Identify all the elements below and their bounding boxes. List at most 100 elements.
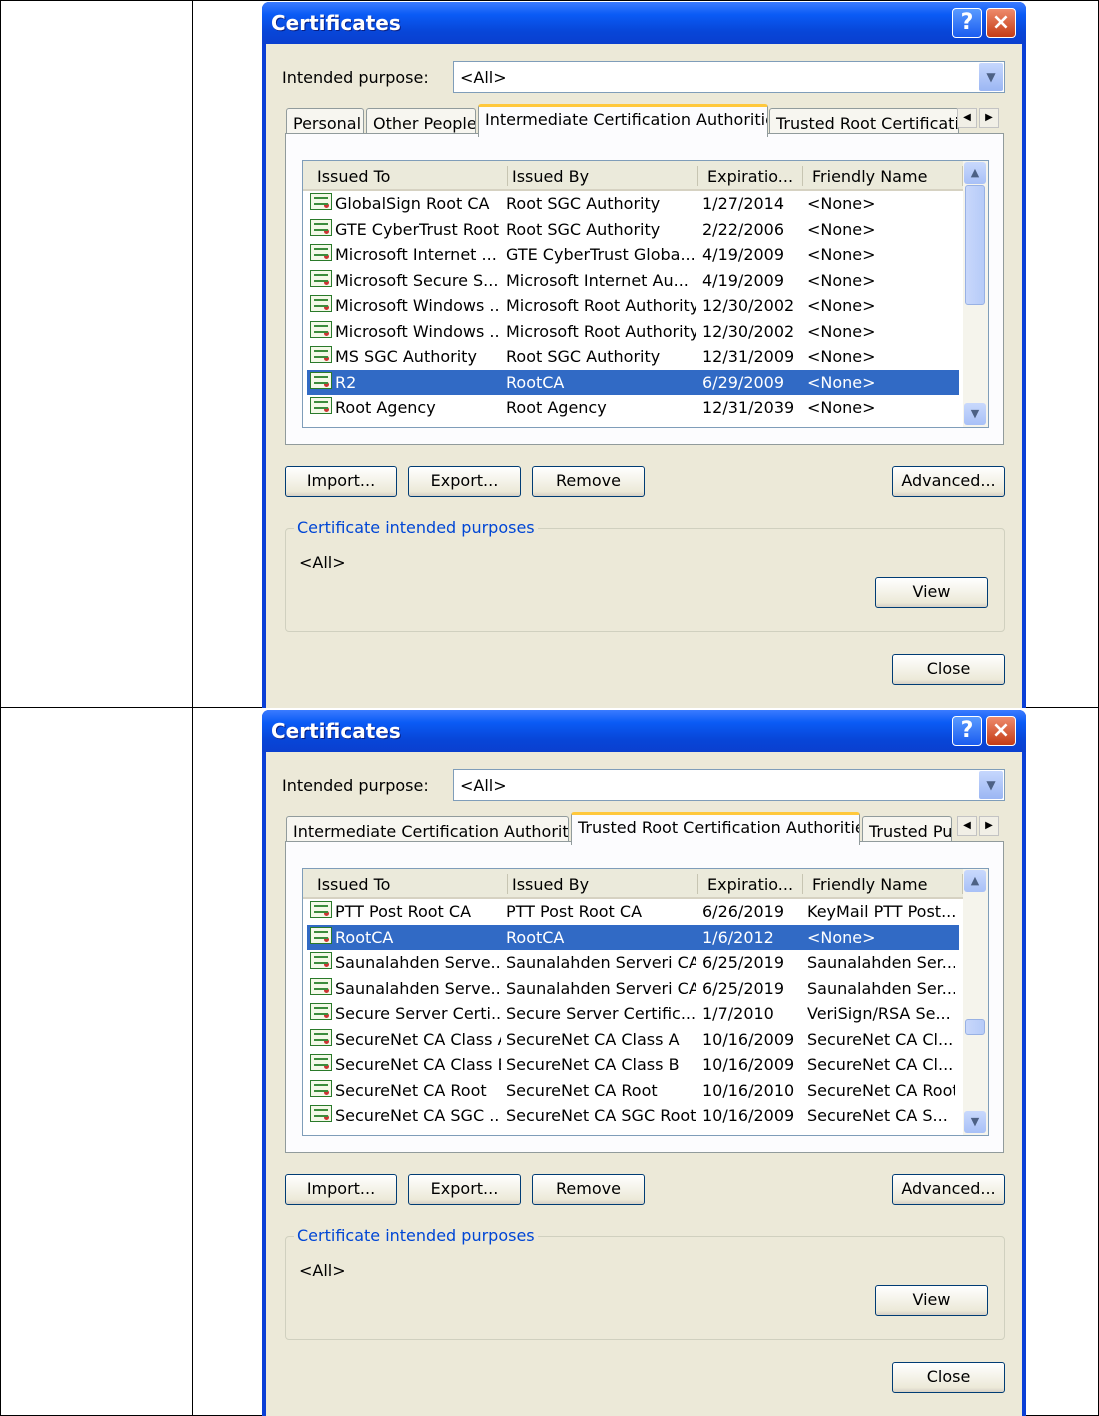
table-row[interactable]: Saunalahden Serve... Saunalahden Serveri… bbox=[307, 976, 959, 1001]
table-row[interactable]: Microsoft Secure S... Microsoft Internet… bbox=[307, 268, 959, 293]
column-header-0[interactable]: Issued To bbox=[317, 167, 390, 186]
scroll-up-icon[interactable]: ▲ bbox=[964, 870, 986, 892]
chevron-right-icon[interactable]: ▶ bbox=[979, 108, 999, 128]
view-button[interactable]: View bbox=[875, 1285, 988, 1316]
tab-panel: Issued To Issued By Expiratio... Friendly N… bbox=[285, 841, 1004, 1153]
column-header-3[interactable]: Friendly Name bbox=[812, 167, 927, 186]
close-window-button[interactable]: × bbox=[986, 8, 1016, 38]
cell-friendly-name: <None> bbox=[807, 347, 876, 366]
column-divider[interactable] bbox=[697, 874, 698, 894]
certificate-list[interactable]: Issued To Issued By Expiratio... Friendly N… bbox=[302, 160, 989, 428]
table-row[interactable]: RootCA RootCA 1/6/2012 <None> bbox=[307, 924, 959, 950]
cell-friendly-name: <None> bbox=[807, 321, 876, 341]
export-button[interactable]: Export... bbox=[408, 466, 521, 497]
scroll-down-icon[interactable]: ▼ bbox=[964, 403, 986, 425]
tab-1[interactable]: Trusted Root Certification Authorities bbox=[571, 812, 860, 845]
column-divider[interactable] bbox=[802, 874, 803, 894]
close-button[interactable]: Close bbox=[892, 1362, 1005, 1393]
scroll-thumb[interactable] bbox=[965, 1019, 985, 1035]
vertical-scrollbar[interactable]: ▲ ▼ bbox=[963, 869, 988, 1135]
cell-issued-by: Secure Server Certific... bbox=[506, 1004, 696, 1023]
scroll-thumb[interactable] bbox=[965, 185, 985, 305]
chevron-down-icon[interactable]: ▼ bbox=[979, 771, 1003, 799]
column-header-2[interactable]: Expiratio... bbox=[707, 167, 793, 186]
help-button[interactable]: ? bbox=[952, 8, 982, 38]
advanced-button[interactable]: Advanced... bbox=[892, 1174, 1005, 1205]
cell-issued-by: Microsoft Root Authority bbox=[506, 321, 696, 341]
chevron-right-icon[interactable]: ▶ bbox=[979, 816, 999, 836]
cell-expiration: 1/7/2010 bbox=[702, 1004, 774, 1023]
certificate-icon bbox=[310, 320, 332, 338]
import-button[interactable]: Import... bbox=[285, 1174, 397, 1205]
cell-issued-by: RootCA bbox=[506, 372, 565, 392]
table-row[interactable]: Secure Server Certi... Secure Server Cer… bbox=[307, 1001, 959, 1026]
view-button[interactable]: View bbox=[875, 577, 988, 608]
cell-issued-by: Saunalahden Serveri CA bbox=[506, 953, 696, 972]
table-row[interactable]: PTT Post Root CA PTT Post Root CA 6/26/2… bbox=[307, 899, 959, 924]
certificate-icon bbox=[310, 1003, 332, 1020]
remove-button[interactable]: Remove bbox=[532, 466, 645, 497]
cell-issued-by: Root SGC Authority bbox=[506, 194, 661, 213]
certificate-list[interactable]: Issued To Issued By Expiratio... Friendly N… bbox=[302, 868, 989, 1136]
column-header-3[interactable]: Friendly Name bbox=[812, 875, 927, 894]
cell-issued-by: Microsoft Root Authority bbox=[506, 296, 696, 315]
table-row[interactable]: GTE CyberTrust Root Root SGC Authority 2… bbox=[307, 217, 959, 242]
cell-expiration: 12/31/2009 bbox=[702, 347, 795, 366]
column-divider[interactable] bbox=[507, 166, 508, 186]
intended-purpose-select[interactable]: <All> ▼ bbox=[453, 61, 1005, 93]
cell-issued-to: Microsoft Secure S... bbox=[335, 270, 499, 290]
table-row[interactable]: SecureNet CA Root SecureNet CA Root 10/1… bbox=[307, 1078, 959, 1103]
title-bar[interactable]: Certificates ? × bbox=[262, 2, 1026, 44]
column-header-1[interactable]: Issued By bbox=[512, 167, 589, 186]
cell-expiration: 12/30/2002 bbox=[702, 321, 795, 341]
intended-purpose-select[interactable]: <All> ▼ bbox=[453, 769, 1005, 801]
import-button[interactable]: Import... bbox=[285, 466, 397, 497]
remove-button[interactable]: Remove bbox=[532, 1174, 645, 1205]
cell-issued-to: RootCA bbox=[335, 927, 394, 947]
cell-issued-to: Microsoft Windows ... bbox=[335, 321, 501, 341]
table-row[interactable]: SecureNet CA SGC ... SecureNet CA SGC Ro… bbox=[307, 1103, 959, 1128]
close-window-button[interactable]: × bbox=[986, 716, 1016, 746]
cell-expiration: 12/30/2002 bbox=[702, 296, 795, 315]
cell-issued-to: Microsoft Windows ... bbox=[335, 296, 501, 315]
table-row[interactable]: Root Agency Root Agency 12/31/2039 <None… bbox=[307, 395, 959, 420]
table-row[interactable]: SecureNet CA Class B SecureNet CA Class … bbox=[307, 1052, 959, 1077]
cell-expiration: 10/16/2009 bbox=[702, 1106, 795, 1125]
column-divider[interactable] bbox=[507, 874, 508, 894]
table-row[interactable]: SecureNet CA Class A SecureNet CA Class … bbox=[307, 1027, 959, 1052]
title-bar[interactable]: Certificates ? × bbox=[262, 710, 1026, 752]
chevron-down-icon[interactable]: ▼ bbox=[979, 63, 1003, 91]
close-button[interactable]: Close bbox=[892, 654, 1005, 685]
column-divider[interactable] bbox=[802, 166, 803, 186]
export-button[interactable]: Export... bbox=[408, 1174, 521, 1205]
cell-issued-to: SecureNet CA Root bbox=[335, 1080, 487, 1100]
advanced-button[interactable]: Advanced... bbox=[892, 466, 1005, 497]
cell-issued-to: GTE CyberTrust Root bbox=[335, 219, 500, 239]
cell-friendly-name: <None> bbox=[807, 194, 876, 213]
column-divider[interactable] bbox=[697, 166, 698, 186]
cell-issued-by: Saunalahden Serveri CA bbox=[506, 978, 696, 998]
cell-expiration: 6/26/2019 bbox=[702, 902, 785, 921]
table-row[interactable]: GlobalSign Root CA Root SGC Authority 1/… bbox=[307, 191, 959, 216]
table-row[interactable]: Microsoft Windows ... Microsoft Root Aut… bbox=[307, 319, 959, 344]
column-header-1[interactable]: Issued By bbox=[512, 875, 589, 894]
table-row[interactable]: Microsoft Windows ... Microsoft Root Aut… bbox=[307, 293, 959, 318]
scroll-up-icon[interactable]: ▲ bbox=[964, 162, 986, 184]
table-row[interactable]: Saunalahden Serve... Saunalahden Serveri… bbox=[307, 950, 959, 975]
scroll-down-icon[interactable]: ▼ bbox=[964, 1111, 986, 1133]
certificate-icon bbox=[310, 346, 332, 363]
chevron-left-icon[interactable]: ◀ bbox=[957, 816, 977, 836]
table-row[interactable]: R2 RootCA 6/29/2009 <None> bbox=[307, 369, 959, 395]
tab-2[interactable]: Intermediate Certification Authorities bbox=[478, 104, 768, 137]
cell-issued-by: Root SGC Authority bbox=[506, 347, 661, 366]
cell-friendly-name: <None> bbox=[807, 398, 876, 417]
certificates-dialog: Certificates ? × Intended purpose: <All>… bbox=[262, 710, 1026, 1416]
help-button[interactable]: ? bbox=[952, 716, 982, 746]
chevron-left-icon[interactable]: ◀ bbox=[957, 108, 977, 128]
column-header-0[interactable]: Issued To bbox=[317, 875, 390, 894]
table-row[interactable]: Microsoft Internet ... GTE CyberTrust Gl… bbox=[307, 242, 959, 267]
certificate-icon bbox=[310, 244, 332, 261]
column-header-2[interactable]: Expiratio... bbox=[707, 875, 793, 894]
vertical-scrollbar[interactable]: ▲ ▼ bbox=[963, 161, 988, 427]
table-row[interactable]: MS SGC Authority Root SGC Authority 12/3… bbox=[307, 344, 959, 369]
